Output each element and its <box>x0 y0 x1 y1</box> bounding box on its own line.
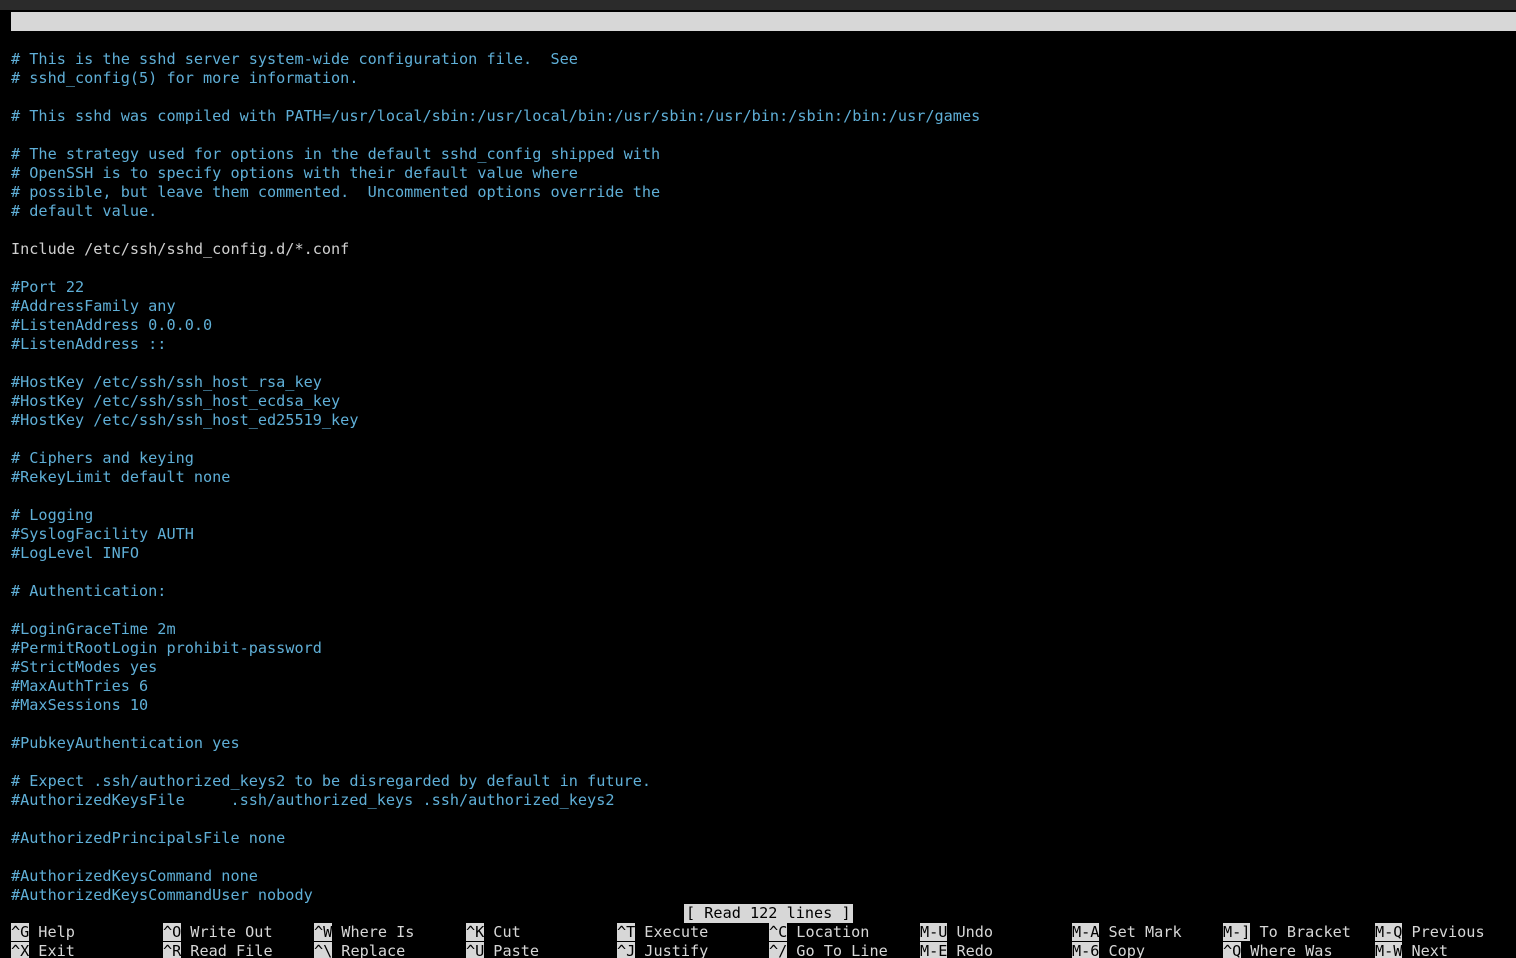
shortcut-write-out[interactable]: ^O Write Out <box>163 923 273 942</box>
comment-line: #ListenAddress 0.0.0.0 <box>11 316 213 334</box>
comment-line: # Expect .ssh/authorized_keys2 to be dis… <box>11 772 652 790</box>
comment-line: # The strategy used for options in the d… <box>11 145 661 163</box>
shortcut-key: M-Q <box>1375 923 1403 941</box>
shortcut-justify[interactable]: ^J Justify <box>617 942 708 958</box>
comment-line: #AuthorizedKeysCommand none <box>11 867 258 885</box>
shortcut-key: ^O <box>163 923 182 941</box>
shortcut-label: Location <box>796 923 870 941</box>
shortcut-key: M-A <box>1072 923 1100 941</box>
shortcut-key: ^\ <box>314 942 333 958</box>
comment-line: #MaxAuthTries 6 <box>11 677 149 695</box>
shortcut-label: To Bracket <box>1259 923 1351 941</box>
shortcut-label: Read File <box>190 942 273 958</box>
shortcut-undo[interactable]: M-U Undo <box>920 923 993 942</box>
comment-line: #HostKey /etc/ssh/ssh_host_rsa_key <box>11 373 322 391</box>
shortcut-label: Set Mark <box>1108 923 1182 941</box>
shortcut-key: M-W <box>1375 942 1403 958</box>
status-message: [ Read 122 lines ] <box>684 904 853 923</box>
comment-line: # OpenSSH is to specify options with the… <box>11 164 578 182</box>
shortcut-label: Previous <box>1411 923 1485 941</box>
shortcut-label: Where Was <box>1250 942 1333 958</box>
comment-line: #AuthorizedKeysCommandUser nobody <box>11 886 313 904</box>
shortcut-exit[interactable]: ^X Exit <box>11 942 75 958</box>
shortcut-key: M-E <box>920 942 948 958</box>
shortcut-label: Where Is <box>341 923 415 941</box>
shortcut-label: Execute <box>644 923 709 941</box>
shortcut-key: ^K <box>466 923 485 941</box>
shortcut-to-bracket[interactable]: M-] To Bracket <box>1223 923 1351 942</box>
comment-line: # Logging <box>11 506 94 524</box>
shortcut-replace[interactable]: ^\ Replace <box>314 942 405 958</box>
shortcut-label: Justify <box>644 942 709 958</box>
shortcut-key: ^Q <box>1223 942 1242 958</box>
comment-line: #PubkeyAuthentication yes <box>11 734 240 752</box>
shortcut-key: ^J <box>617 942 636 958</box>
shortcut-key: ^X <box>11 942 30 958</box>
shortcut-key: ^U <box>466 942 485 958</box>
shortcut-key: M-] <box>1223 923 1251 941</box>
shortcut-key: ^/ <box>769 942 788 958</box>
comment-line: # sshd_config(5) for more information. <box>11 69 359 87</box>
comment-line: #ListenAddress :: <box>11 335 167 353</box>
file-name: /etc/ssh/sshd_config <box>693 50 876 68</box>
comment-line: #SyslogFacility AUTH <box>11 525 194 543</box>
shortcut-key: ^G <box>11 923 30 941</box>
shortcut-key: M-U <box>920 923 948 941</box>
shortcut-label: Paste <box>493 942 540 958</box>
shortcut-label: Write Out <box>190 923 273 941</box>
comment-line: # possible, but leave them commented. Un… <box>11 183 661 201</box>
nano-title-bar: GNU nano 6.2 /etc/ssh/sshd_config <box>11 12 1516 68</box>
terminal-screen[interactable]: GNU nano 6.2 /etc/ssh/sshd_config # This… <box>0 10 1516 958</box>
nano-version: GNU nano 6.2 <box>30 31 140 49</box>
shortcut-key: ^T <box>617 923 636 941</box>
comment-line: #HostKey /etc/ssh/ssh_host_ed25519_key <box>11 411 359 429</box>
shortcut-bar: ^G Help ^X Exit ^O Write Out ^R Read File ^W Wher… <box>11 923 1516 958</box>
comment-line: #AddressFamily any <box>11 297 176 315</box>
comment-line: #AuthorizedKeysFile .ssh/authorized_keys… <box>11 791 615 809</box>
shortcut-previous[interactable]: M-Q Previous <box>1375 923 1485 942</box>
comment-line: # This sshd was compiled with PATH=/usr/… <box>11 107 981 125</box>
comment-line: #LogLevel INFO <box>11 544 140 562</box>
shortcut-label: Redo <box>956 942 994 958</box>
shortcut-redo[interactable]: M-E Redo <box>920 942 993 958</box>
shortcut-where-is[interactable]: ^W Where Is <box>314 923 414 942</box>
shortcut-where-was[interactable]: ^Q Where Was <box>1223 942 1333 958</box>
shortcut-label: Next <box>1411 942 1449 958</box>
shortcut-copy[interactable]: M-6 Copy <box>1072 942 1145 958</box>
shortcut-read-file[interactable]: ^R Read File <box>163 942 273 958</box>
comment-line: #PermitRootLogin prohibit-password <box>11 639 322 657</box>
comment-line: # default value. <box>11 202 158 220</box>
comment-line: # Ciphers and keying <box>11 449 194 467</box>
config-line: Include /etc/ssh/sshd_config.d/*.conf <box>11 240 350 258</box>
shortcut-label: Replace <box>341 942 406 958</box>
shortcut-set-mark[interactable]: M-A Set Mark <box>1072 923 1182 942</box>
app-window: GNU nano 6.2 /etc/ssh/sshd_config # This… <box>0 0 1516 958</box>
comment-line: #LoginGraceTime 2m <box>11 620 176 638</box>
shortcut-location[interactable]: ^C Location <box>769 923 869 942</box>
shortcut-execute[interactable]: ^T Execute <box>617 923 708 942</box>
shortcut-key: M-6 <box>1072 942 1100 958</box>
shortcut-cut[interactable]: ^K Cut <box>466 923 521 942</box>
comment-line: #MaxSessions 10 <box>11 696 149 714</box>
shortcut-label: Cut <box>493 923 521 941</box>
shortcut-label: Copy <box>1108 942 1146 958</box>
comment-line: # Authentication: <box>11 582 167 600</box>
shortcut-key: ^R <box>163 942 182 958</box>
shortcut-key: ^C <box>769 923 788 941</box>
shortcut-label: Exit <box>38 942 75 958</box>
comment-line: #StrictModes yes <box>11 658 158 676</box>
comment-line: #RekeyLimit default none <box>11 468 231 486</box>
shortcut-label: Go To Line <box>796 942 888 958</box>
comment-line: #AuthorizedPrincipalsFile none <box>11 829 286 847</box>
shortcut-key: ^W <box>314 923 333 941</box>
shortcut-next[interactable]: M-W Next <box>1375 942 1448 958</box>
comment-line: #Port 22 <box>11 278 85 296</box>
comment-line: # This is the sshd server system-wide co… <box>11 50 578 68</box>
shortcut-label: Help <box>38 923 75 941</box>
shortcut-go-to-line[interactable]: ^/ Go To Line <box>769 942 888 958</box>
comment-line: #HostKey /etc/ssh/ssh_host_ecdsa_key <box>11 392 341 410</box>
shortcut-help[interactable]: ^G Help <box>11 923 75 942</box>
shortcut-paste[interactable]: ^U Paste <box>466 942 539 958</box>
shortcut-label: Undo <box>956 923 994 941</box>
